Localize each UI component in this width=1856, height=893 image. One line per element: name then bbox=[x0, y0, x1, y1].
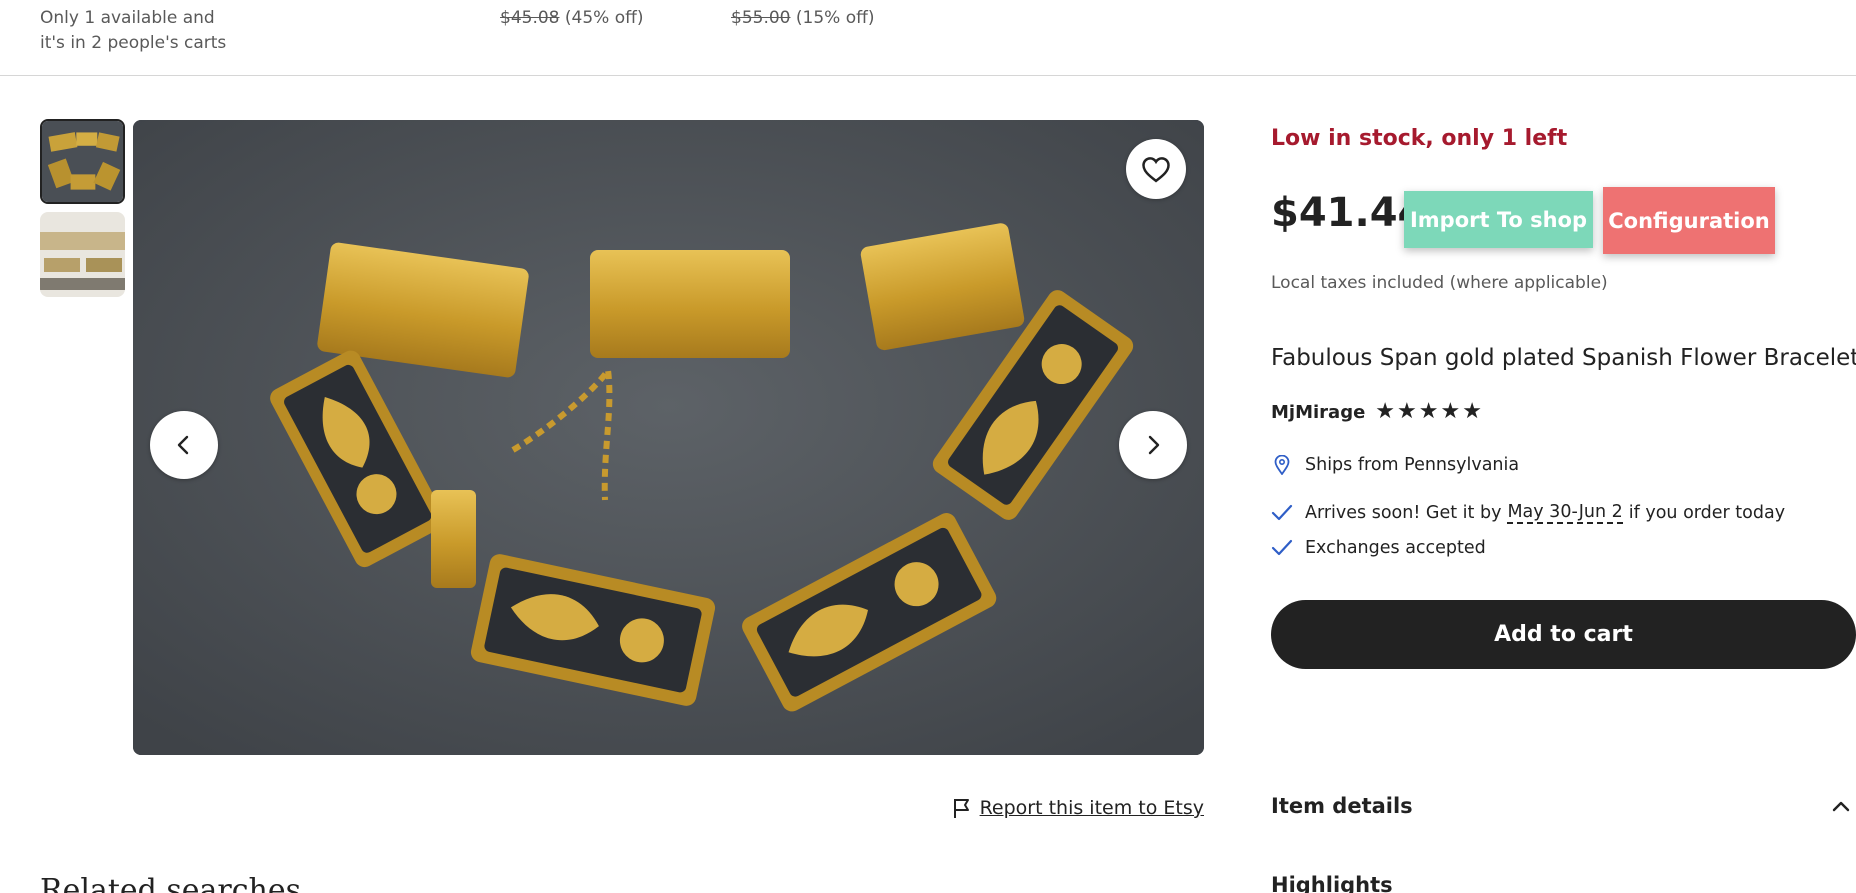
thumbnail-2[interactable] bbox=[40, 212, 125, 297]
star-rating: ★ ★ ★ ★ ★ bbox=[1375, 401, 1482, 423]
exchanges-row: Exchanges accepted bbox=[1271, 537, 1486, 559]
thumbnail-1-image bbox=[42, 121, 123, 202]
ships-from-text: Ships from Pennsylvania bbox=[1305, 455, 1520, 475]
chevron-right-icon bbox=[1148, 435, 1160, 455]
star-icon: ★ bbox=[1375, 399, 1396, 424]
import-to-shop-button[interactable]: Import To shop bbox=[1404, 191, 1593, 248]
star-icon: ★ bbox=[1462, 399, 1482, 424]
ships-from-row: Ships from Pennsylvania bbox=[1271, 454, 1519, 476]
report-item-label: Report this item to Etsy bbox=[979, 797, 1204, 819]
configuration-button[interactable]: Configuration bbox=[1603, 187, 1775, 254]
star-icon: ★ bbox=[1440, 399, 1461, 424]
thumbnail-1[interactable] bbox=[40, 119, 125, 204]
offer-1-discount: (45% off) bbox=[564, 8, 644, 28]
availability-line-2: it's in 2 people's carts bbox=[40, 33, 227, 53]
offer-2-discount: (15% off) bbox=[795, 8, 875, 28]
bracelet-photo bbox=[133, 120, 1204, 755]
shop-row: MjMirage ★ ★ ★ ★ ★ bbox=[1271, 401, 1482, 423]
related-searches-heading: Related searches bbox=[40, 873, 302, 893]
availability-line-1: Only 1 available and bbox=[40, 8, 215, 28]
arrival-prefix: Arrives soon! Get it by bbox=[1305, 503, 1502, 523]
add-to-cart-button[interactable]: Add to cart bbox=[1271, 600, 1856, 669]
shop-name-link[interactable]: MjMirage bbox=[1271, 402, 1365, 423]
offer-2-original-price: $55.00 bbox=[731, 8, 791, 28]
availability-note: Only 1 available and it's in 2 people's … bbox=[40, 6, 260, 56]
flag-icon bbox=[953, 799, 969, 818]
thumbnail-2-image bbox=[40, 212, 125, 297]
exchanges-text: Exchanges accepted bbox=[1305, 538, 1486, 558]
chevron-up-icon bbox=[1832, 801, 1850, 812]
price: $41.44 bbox=[1271, 190, 1426, 236]
star-icon: ★ bbox=[1418, 399, 1439, 424]
heart-icon bbox=[1142, 157, 1170, 183]
favorite-button[interactable] bbox=[1126, 139, 1186, 199]
offer-price-2: $55.00 (15% off) bbox=[731, 6, 874, 31]
low-stock-label: Low in stock, only 1 left bbox=[1271, 126, 1568, 151]
star-icon: ★ bbox=[1397, 399, 1417, 424]
product-title: Fabulous Span gold plated Spanish Flower… bbox=[1271, 345, 1856, 371]
product-info-panel: Low in stock, only 1 left $41.44 Import … bbox=[1271, 0, 1856, 893]
offer-1-original-price: $45.08 bbox=[500, 8, 560, 28]
report-item-link[interactable]: Report this item to Etsy bbox=[952, 797, 1204, 819]
check-icon bbox=[1271, 502, 1293, 524]
chevron-left-icon bbox=[177, 435, 189, 455]
item-details-toggle[interactable]: Item details bbox=[1271, 790, 1856, 822]
taxes-note: Local taxes included (where applicable) bbox=[1271, 273, 1608, 293]
next-image-button[interactable] bbox=[1119, 411, 1187, 479]
item-details-label: Item details bbox=[1271, 794, 1413, 818]
highlights-heading: Highlights bbox=[1271, 873, 1393, 893]
location-pin-icon bbox=[1271, 454, 1293, 476]
previous-image-button[interactable] bbox=[150, 411, 218, 479]
check-icon bbox=[1271, 537, 1293, 559]
arrival-dates[interactable]: May 30-Jun 2 bbox=[1507, 502, 1623, 524]
offer-price-1: $45.08 (45% off) bbox=[500, 6, 643, 31]
main-product-image bbox=[133, 120, 1204, 755]
arrival-suffix: if you order today bbox=[1628, 503, 1786, 523]
arrival-row: Arrives soon! Get it by May 30-Jun 2 if … bbox=[1271, 502, 1785, 524]
